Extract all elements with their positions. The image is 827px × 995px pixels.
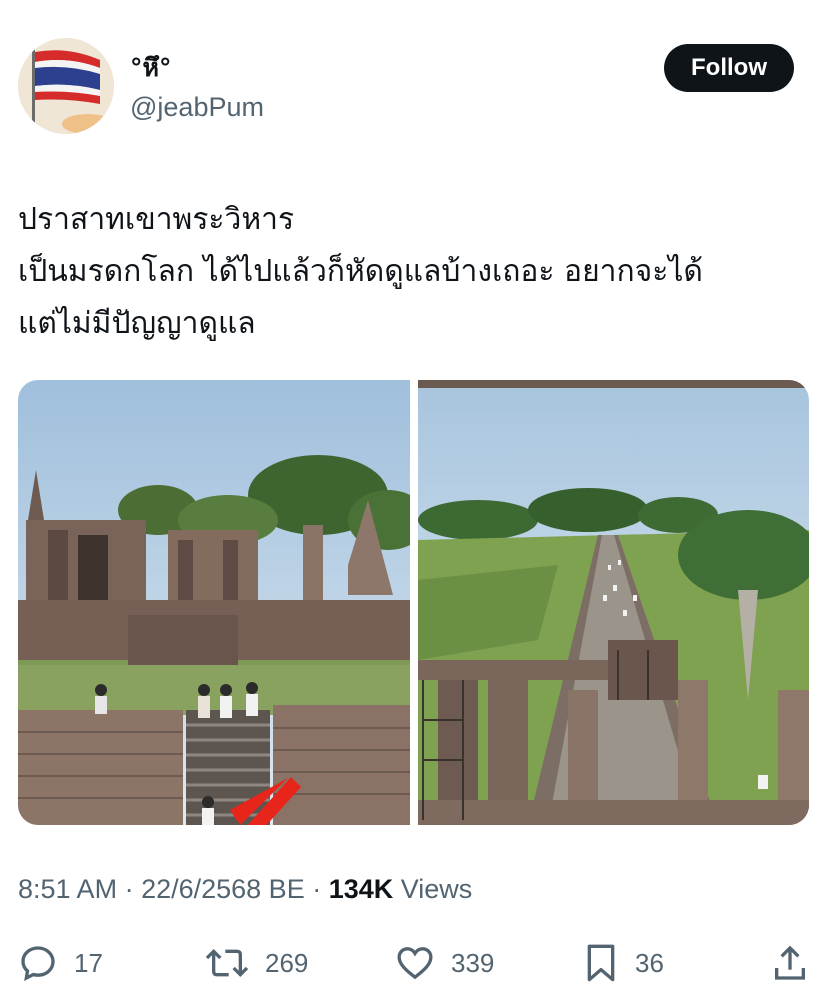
temple-causeway-photo-icon — [418, 380, 809, 825]
reply-count: 17 — [74, 947, 103, 978]
views-label: Views — [393, 874, 473, 904]
user-handle[interactable]: @jeabPum — [130, 92, 264, 123]
share-button[interactable] — [772, 940, 808, 986]
thai-flag-avatar-icon — [18, 38, 114, 134]
bookmark-button[interactable]: 36 — [583, 940, 664, 986]
tweet-date[interactable]: 22/6/2568 BE — [141, 874, 305, 904]
tweet-line: แต่ไม่มีปัญญาดูแล — [18, 306, 256, 341]
repost-count: 269 — [265, 947, 309, 978]
heart-icon — [397, 947, 433, 980]
repost-icon — [205, 948, 249, 978]
media-photo-left[interactable] — [18, 380, 410, 825]
temple-ruins-photo-icon — [18, 380, 410, 825]
display-name[interactable]: °หึ° — [130, 48, 171, 88]
meta-separator: · — [117, 874, 142, 904]
like-button[interactable]: 339 — [395, 940, 494, 986]
media-photo-right[interactable] — [418, 380, 809, 825]
tweet-time[interactable]: 8:51 AM — [18, 874, 117, 904]
share-icon — [775, 945, 805, 980]
bookmark-icon — [587, 944, 615, 982]
reply-icon — [21, 946, 55, 981]
tweet-meta: 8:51 AM · 22/6/2568 BE · 134K Views — [18, 874, 472, 905]
meta-separator: · — [304, 874, 329, 904]
reply-button[interactable]: 17 — [18, 940, 103, 986]
tweet-line: ปราสาทเขาพระวิหาร — [18, 202, 295, 237]
views-count: 134K — [328, 874, 394, 904]
like-count: 339 — [451, 947, 495, 978]
follow-button[interactable]: Follow — [664, 44, 794, 92]
avatar[interactable] — [18, 38, 114, 134]
tweet-text: ปราสาทเขาพระวิหาร เป็นมรดกโลก ได้ไปแล้วก… — [18, 194, 813, 350]
repost-button[interactable]: 269 — [205, 940, 308, 986]
tweet-line: เป็นมรดกโลก ได้ไปแล้วก็หัดดูแลบ้างเถอะ อ… — [18, 254, 703, 289]
bookmark-count: 36 — [635, 947, 664, 978]
